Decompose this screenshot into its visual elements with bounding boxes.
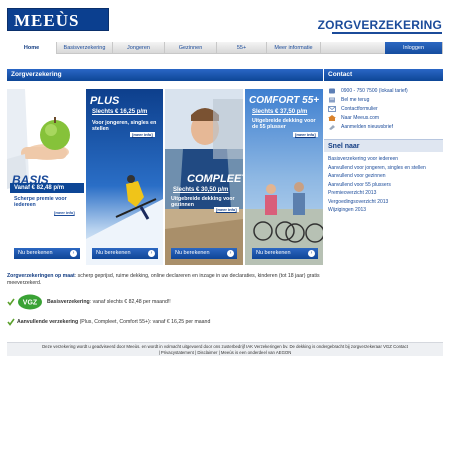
snel-link[interactable]: Vergoedingsoverzicht 2013 bbox=[328, 199, 443, 206]
aanvullend-text: (Plus, Compleet, Comfort 55+): vanaf € 1… bbox=[78, 319, 211, 325]
panel-compleet-more-info[interactable]: [meer info] bbox=[214, 207, 239, 212]
panel-plus-more-info[interactable]: [meer info] bbox=[130, 132, 155, 137]
info-bold: Zorgverzekeringen op maat bbox=[7, 273, 75, 279]
arrow-right-icon: › bbox=[70, 250, 77, 257]
snel-naar-header: Snel naar bbox=[324, 139, 443, 152]
main-section-header: Zorgverzekering bbox=[7, 69, 323, 81]
contact-newsletter[interactable]: Aanmelden nieuwsbrief bbox=[324, 122, 443, 131]
panel-compleet-cta-label: Nu berekenen bbox=[175, 250, 210, 256]
panel-comfort55-price[interactable]: Slechts € 37,50 p/m bbox=[252, 109, 307, 115]
snel-link[interactable]: Aanvullend voor 55 plussers bbox=[328, 182, 443, 189]
main-nav: Home Basisverzekering Jongeren Gezinnen … bbox=[7, 42, 443, 54]
snel-link[interactable]: Aanvullend voor gezinnen bbox=[328, 173, 443, 180]
snel-link[interactable]: Premieoverzicht 2013 bbox=[328, 190, 443, 197]
panel-compleet[interactable]: COMPLEET Slechts € 30,50 p/m Uitgebreide… bbox=[165, 89, 243, 265]
check-icon bbox=[7, 298, 15, 306]
contact-form[interactable]: Contactformulier bbox=[324, 104, 443, 113]
vgz-logo: VGZ bbox=[18, 294, 42, 310]
contact-phone[interactable]: 0900 - 750 7500 (lokaal tarief) bbox=[324, 86, 443, 95]
panel-plus-description: Voor jongeren, singles en stellen bbox=[92, 120, 157, 133]
nav-55plus[interactable]: 55+ bbox=[217, 42, 267, 54]
nav-jongeren[interactable]: Jongeren bbox=[113, 42, 165, 54]
contact-newsletter-label: Aanmelden nieuwsbrief bbox=[341, 123, 393, 130]
nav-gezinnen[interactable]: Gezinnen bbox=[165, 42, 217, 54]
basis-bold: Basisverzekering bbox=[47, 299, 90, 305]
login-button[interactable]: Inloggen bbox=[385, 42, 443, 54]
form-icon bbox=[328, 105, 336, 112]
panel-basis-description: Scherpe premie voor iedereen bbox=[14, 196, 67, 209]
brand-title: ZORGVERZEKERING bbox=[317, 18, 442, 32]
footer-line2[interactable]: | Privacystatement | Disclaimer | Meeùs … bbox=[7, 350, 443, 356]
panel-plus[interactable]: PLUS Slechts € 16,25 p/m Voor jongeren, … bbox=[86, 89, 163, 265]
check-icon bbox=[7, 318, 15, 326]
panel-comfort55-cta[interactable]: Nu berekenen › bbox=[252, 248, 318, 259]
arrow-right-icon: › bbox=[227, 250, 234, 257]
panel-comfort55-description: Uitgebreide dekking voor de 55 plusser bbox=[252, 118, 316, 131]
aanvullend-bold: Aanvullende verzekering bbox=[17, 319, 79, 325]
panel-compleet-price[interactable]: Slechts € 30,50 p/m bbox=[173, 187, 228, 193]
arrow-right-icon: › bbox=[308, 250, 315, 257]
contact-callback[interactable]: Bel me terug bbox=[324, 95, 443, 104]
panel-plus-price[interactable]: Slechts € 16,25 p/m bbox=[92, 109, 147, 115]
snel-naar-list: Basisverzekering voor iedereen Aanvullen… bbox=[328, 156, 443, 216]
basis-row: VGZ Basisverzekering: vanaf slechts € 82… bbox=[7, 294, 323, 310]
contact-callback-label: Bel me terug bbox=[341, 96, 370, 103]
contact-header: Contact bbox=[324, 69, 443, 81]
panel-comfort55[interactable]: COMFORT 55+ Slechts € 37,50 p/m Uitgebre… bbox=[245, 89, 323, 265]
snel-link[interactable]: Aanvullend voor jongeren, singles en ste… bbox=[328, 165, 443, 172]
panel-basis-more-info[interactable]: [meer info] bbox=[52, 210, 77, 215]
panel-plus-cta-label: Nu berekenen bbox=[96, 250, 131, 256]
newsletter-icon bbox=[329, 124, 335, 130]
panel-compleet-title: COMPLEET bbox=[187, 173, 243, 185]
footer-line1: Deze verzekering wordt u geadviseerd doo… bbox=[42, 344, 408, 349]
panel-basis-cta[interactable]: Nu berekenen › bbox=[14, 248, 80, 259]
callback-icon bbox=[329, 97, 335, 102]
panel-comfort55-more-info[interactable]: [meer info] bbox=[293, 132, 318, 137]
aanvullend-row: Aanvullende verzekering (Plus, Compleet,… bbox=[7, 318, 323, 326]
snel-link[interactable]: Wijzigingen 2013 bbox=[328, 207, 443, 214]
panel-comfort55-title: COMFORT 55+ bbox=[249, 95, 320, 106]
vgz-logo-text: VGZ bbox=[23, 300, 38, 307]
nav-home[interactable]: Home bbox=[7, 42, 57, 54]
info-paragraph: Zorgverzekeringen op maat: scherp geprij… bbox=[7, 273, 323, 286]
arrow-right-icon: › bbox=[148, 250, 155, 257]
snel-link[interactable]: Basisverzekering voor iedereen bbox=[328, 156, 443, 163]
contact-phone-label: 0900 - 750 7500 (lokaal tarief) bbox=[341, 87, 408, 94]
meeus-logo[interactable]: MEEÙS bbox=[7, 8, 109, 31]
basis-text: : vanaf slechts € 82,48 per maand!! bbox=[89, 299, 171, 305]
footer: Deze verzekering wordt u geadviseerd doo… bbox=[7, 342, 443, 356]
panel-comfort55-image bbox=[245, 89, 323, 265]
panel-basis-cta-label: Nu berekenen bbox=[18, 250, 53, 256]
phone-icon bbox=[329, 88, 335, 93]
panel-plus-title: PLUS bbox=[90, 95, 120, 107]
home-icon bbox=[328, 114, 336, 121]
logo-text: MEEÙS bbox=[14, 11, 80, 30]
panel-basis-price[interactable]: Vanaf € 82,48 p/m bbox=[14, 185, 64, 191]
contact-home-label: Naar Meeus.com bbox=[341, 114, 380, 121]
nav-basisverzekering[interactable]: Basisverzekering bbox=[57, 42, 113, 54]
contact-home[interactable]: Naar Meeus.com bbox=[324, 113, 443, 122]
contact-list: 0900 - 750 7500 (lokaal tarief) Bel me t… bbox=[324, 86, 443, 131]
panel-plus-cta[interactable]: Nu berekenen › bbox=[92, 248, 158, 259]
panel-compleet-cta[interactable]: Nu berekenen › bbox=[171, 248, 237, 259]
brand-underline bbox=[332, 32, 442, 34]
contact-form-label: Contactformulier bbox=[341, 105, 378, 112]
panel-plus-image bbox=[86, 89, 163, 265]
panel-comfort55-cta-label: Nu berekenen bbox=[256, 250, 291, 256]
nav-meer-informatie[interactable]: Meer informatie bbox=[267, 42, 321, 54]
panel-basis[interactable]: BASIS Vanaf € 82,48 p/m Scherpe premie v… bbox=[7, 89, 84, 265]
